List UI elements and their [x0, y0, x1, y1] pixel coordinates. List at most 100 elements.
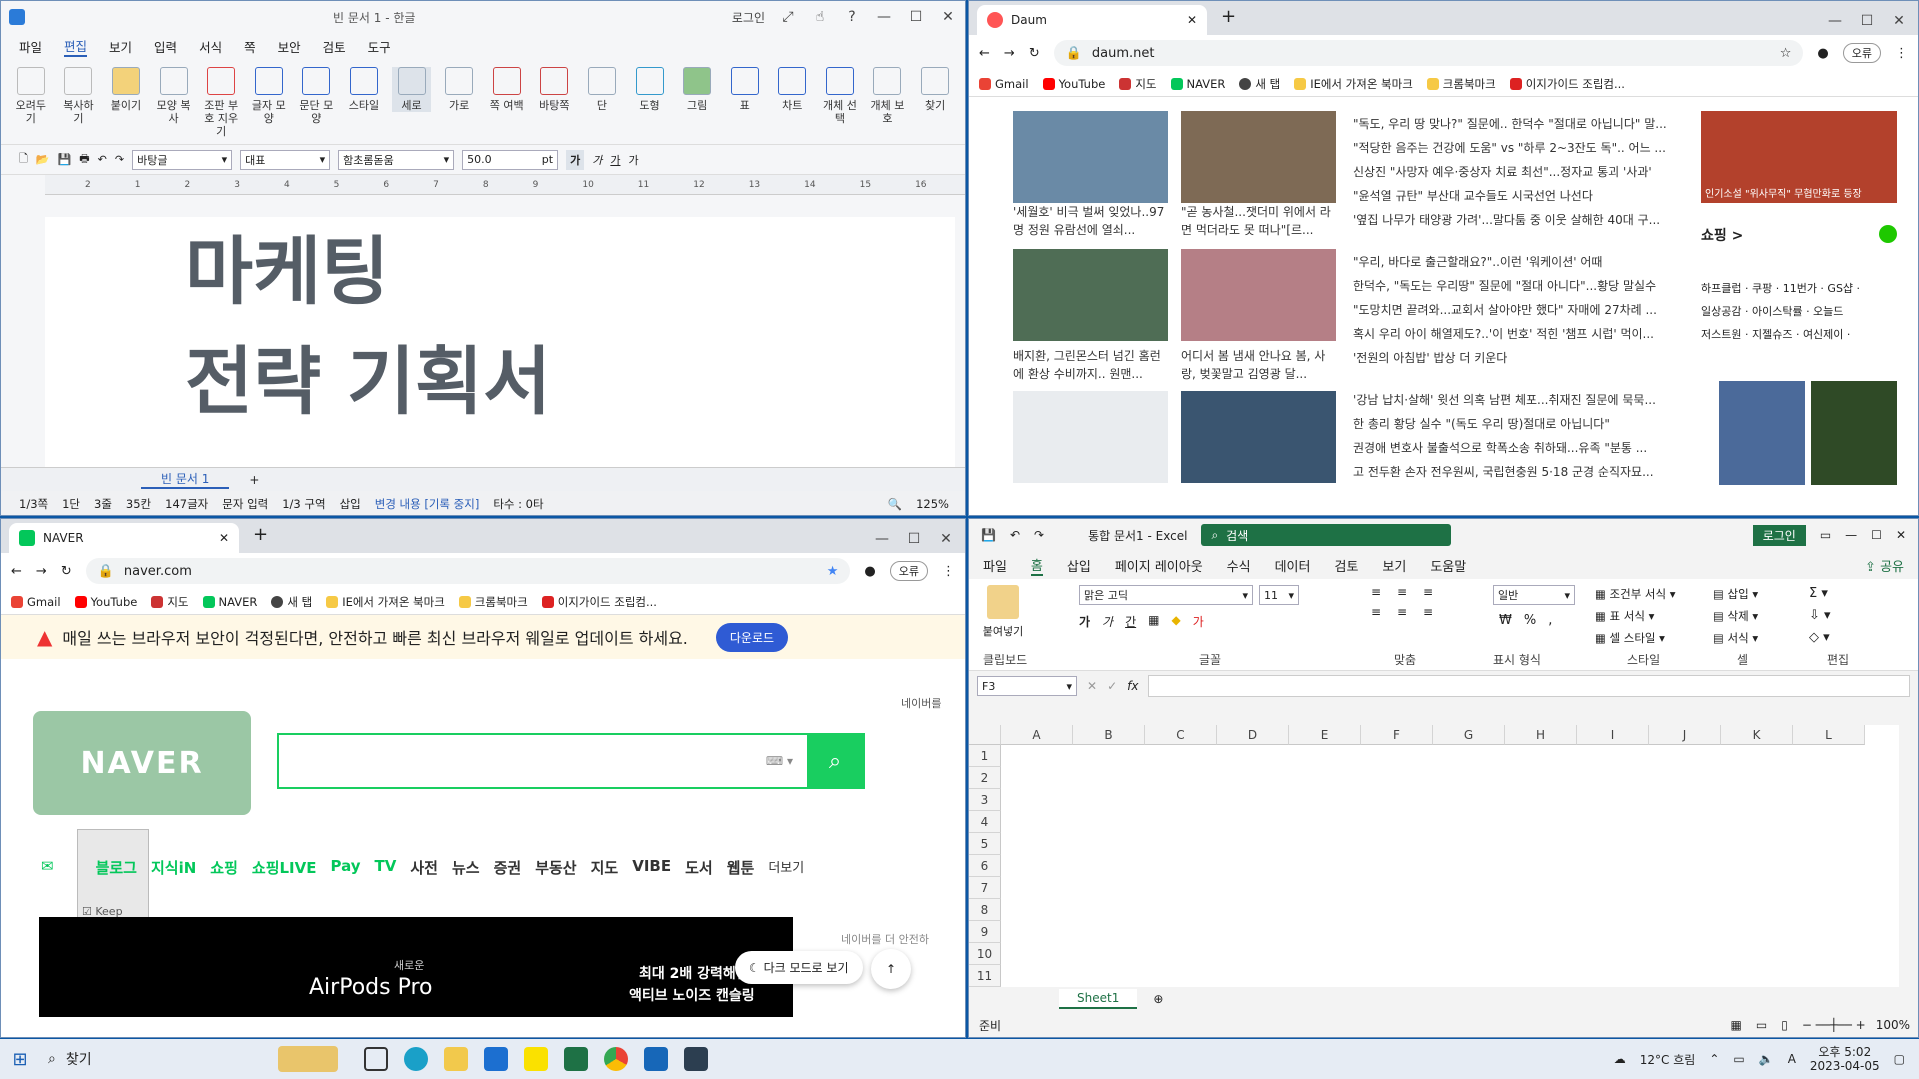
format-as-table-button[interactable]: ▦ 표 서식 ▾: [1595, 605, 1676, 627]
lang-select[interactable]: 대표 ▾: [240, 149, 331, 170]
row-header[interactable]: 9: [969, 921, 1001, 943]
cut-button[interactable]: 오려두기: [11, 67, 51, 125]
clock[interactable]: 오후 5:02 2023-04-05: [1810, 1045, 1880, 1073]
menu-page[interactable]: 쪽: [244, 37, 256, 56]
ribbon-display-icon[interactable]: ▭: [1820, 528, 1831, 542]
service-tv[interactable]: TV: [375, 857, 397, 899]
align-left-icon[interactable]: ≡: [1371, 605, 1391, 619]
fill-icon[interactable]: ⇩ ▾: [1809, 605, 1831, 627]
news-image-2[interactable]: [1181, 111, 1336, 203]
service-blog[interactable]: 블로그: [96, 857, 137, 899]
copy-button[interactable]: 복사하기: [59, 67, 99, 125]
bookmark-youtube[interactable]: YouTube: [74, 595, 137, 609]
tab-page-layout[interactable]: 페이지 레이아웃: [1115, 556, 1203, 575]
save-icon[interactable]: 💾: [58, 153, 72, 166]
table-button[interactable]: 표: [725, 67, 765, 112]
redo-icon[interactable]: ↷: [1034, 528, 1044, 542]
landscape-button[interactable]: 가로: [439, 67, 479, 112]
news-caption-3[interactable]: 배지환, 그린몬스터 넘긴 홈런에 환상 수비까지.. 원맨...: [1013, 347, 1168, 383]
paste-button[interactable]: 붙이기: [106, 67, 146, 112]
bookmark-newtab[interactable]: 새 탭: [1239, 76, 1280, 92]
cell-styles-button[interactable]: ▦ 셀 스타일 ▾: [1595, 627, 1676, 649]
currency-icon[interactable]: ₩: [1499, 613, 1512, 628]
tab-home[interactable]: 홈: [1030, 555, 1043, 576]
bookmark-youtube[interactable]: YouTube: [1042, 77, 1105, 91]
chrome-icon[interactable]: [596, 1039, 636, 1079]
row-header[interactable]: 8: [969, 899, 1001, 921]
font-select[interactable]: 함초롬돋움 ▾: [338, 149, 455, 170]
bookmark-map[interactable]: 지도: [151, 594, 189, 610]
align-center-icon[interactable]: ≡: [1397, 605, 1417, 619]
bookmark-easyguide[interactable]: 이지가이드 조립컴...: [541, 594, 657, 610]
border-icon[interactable]: ▦: [1148, 613, 1159, 630]
tab-file[interactable]: 파일: [983, 556, 1007, 575]
tab-data[interactable]: 데이터: [1275, 556, 1311, 575]
redo-icon[interactable]: ↷: [115, 153, 124, 166]
menu-view[interactable]: 보기: [109, 37, 132, 56]
service-more[interactable]: 더보기: [768, 857, 804, 899]
bookmark-newtab[interactable]: 새 탭: [271, 594, 312, 610]
network-icon[interactable]: ▭: [1733, 1052, 1744, 1066]
bookmark-folder-ie[interactable]: IE에서 가져온 북마크: [1294, 76, 1413, 92]
number-format-select[interactable]: 일반 ▾: [1493, 585, 1575, 605]
help-icon[interactable]: ?: [843, 9, 861, 25]
row-header[interactable]: 2: [969, 767, 1001, 789]
naver-mail-icon[interactable]: ✉: [41, 857, 54, 899]
menu-security[interactable]: 보안: [278, 37, 301, 56]
save-icon[interactable]: 💾: [981, 528, 996, 542]
daum-address-bar[interactable]: 🔒 daum.net ☆: [1053, 40, 1804, 66]
service-map[interactable]: 지도: [591, 857, 619, 899]
tab-formulas[interactable]: 수식: [1227, 556, 1251, 575]
format-copy-button[interactable]: 모양 복사: [154, 67, 194, 125]
menu-insert[interactable]: 입력: [154, 37, 177, 56]
row-header[interactable]: 7: [969, 877, 1001, 899]
add-tab-icon[interactable]: +: [249, 473, 259, 487]
excel-icon[interactable]: [556, 1039, 596, 1079]
bookmark-folder-ie[interactable]: IE에서 가져온 북마크: [326, 594, 445, 610]
autosum-icon[interactable]: Σ ▾: [1809, 583, 1831, 605]
maximize-button[interactable]: ☐: [1871, 528, 1882, 542]
news-headline[interactable]: "독도, 우리 땅 맞나?" 질문에.. 한덕수 "절대로 아닙니다" 말...: [1353, 115, 1667, 132]
minimize-button[interactable]: —: [875, 9, 893, 25]
news-headline[interactable]: 한 총리 황당 실수 "(독도 우리 땅)절대로 아닙니다": [1353, 415, 1610, 432]
service-realestate[interactable]: 부동산: [535, 857, 576, 899]
news-image-3[interactable]: [1013, 249, 1168, 341]
service-kin[interactable]: 지식iN: [151, 857, 196, 899]
naver-logo[interactable]: NAVER: [33, 711, 251, 815]
tab-help[interactable]: 도움말: [1430, 556, 1466, 575]
column-header[interactable]: K: [1721, 725, 1793, 745]
zoom-icon[interactable]: 🔍: [888, 497, 902, 511]
maximize-button[interactable]: ☐: [907, 9, 925, 25]
download-button[interactable]: 다운로드: [715, 622, 789, 652]
object-select-button[interactable]: 개체 선택: [820, 67, 860, 125]
expand-icon[interactable]: ⤢: [779, 9, 797, 25]
worksheet-grid[interactable]: A B C D E F G H I J K L 1 2 3 4 5 6 7 8 …: [969, 725, 1899, 987]
menu-file[interactable]: 파일: [19, 37, 42, 56]
open-icon[interactable]: 📂: [36, 153, 50, 166]
back-icon[interactable]: ←: [979, 46, 990, 61]
maximize-button[interactable]: ☐: [905, 531, 923, 547]
naver-search-button[interactable]: ⌕: [807, 735, 863, 787]
style-select[interactable]: 바탕글 ▾: [132, 149, 233, 170]
font-size-select[interactable]: 50.0 pt: [462, 149, 559, 170]
formula-input[interactable]: [1148, 675, 1910, 697]
back-icon[interactable]: ←: [11, 564, 22, 579]
reload-icon[interactable]: ↻: [61, 564, 72, 579]
minimize-button[interactable]: —: [1826, 13, 1844, 29]
column-header[interactable]: I: [1577, 725, 1649, 745]
news-headline[interactable]: 한덕수, "독도는 우리땅" 질문에 "절대 아니다"...황당 말실수: [1353, 277, 1656, 294]
undo-icon[interactable]: ↶: [98, 153, 107, 166]
underline-icon[interactable]: 간: [1125, 613, 1136, 630]
news-headline[interactable]: "우리, 바다로 출근할래요?"..이런 '워케이션' 어때: [1353, 253, 1602, 270]
delete-cells-button[interactable]: ▤ 삭제 ▾: [1713, 605, 1758, 627]
service-news[interactable]: 뉴스: [452, 857, 480, 899]
master-page-button[interactable]: 바탕쪽: [535, 67, 575, 112]
product-image-watermelon[interactable]: [1811, 381, 1897, 485]
align-right-icon[interactable]: ≡: [1423, 605, 1443, 619]
margin-button[interactable]: 쪽 여백: [487, 67, 527, 112]
news-image-4[interactable]: [1181, 249, 1336, 341]
column-header[interactable]: C: [1145, 725, 1217, 745]
naver-safe-text[interactable]: 네이버를 더 안전하: [841, 931, 929, 947]
search-highlight-image[interactable]: [278, 1046, 338, 1072]
hand-icon[interactable]: ☝: [811, 9, 829, 25]
